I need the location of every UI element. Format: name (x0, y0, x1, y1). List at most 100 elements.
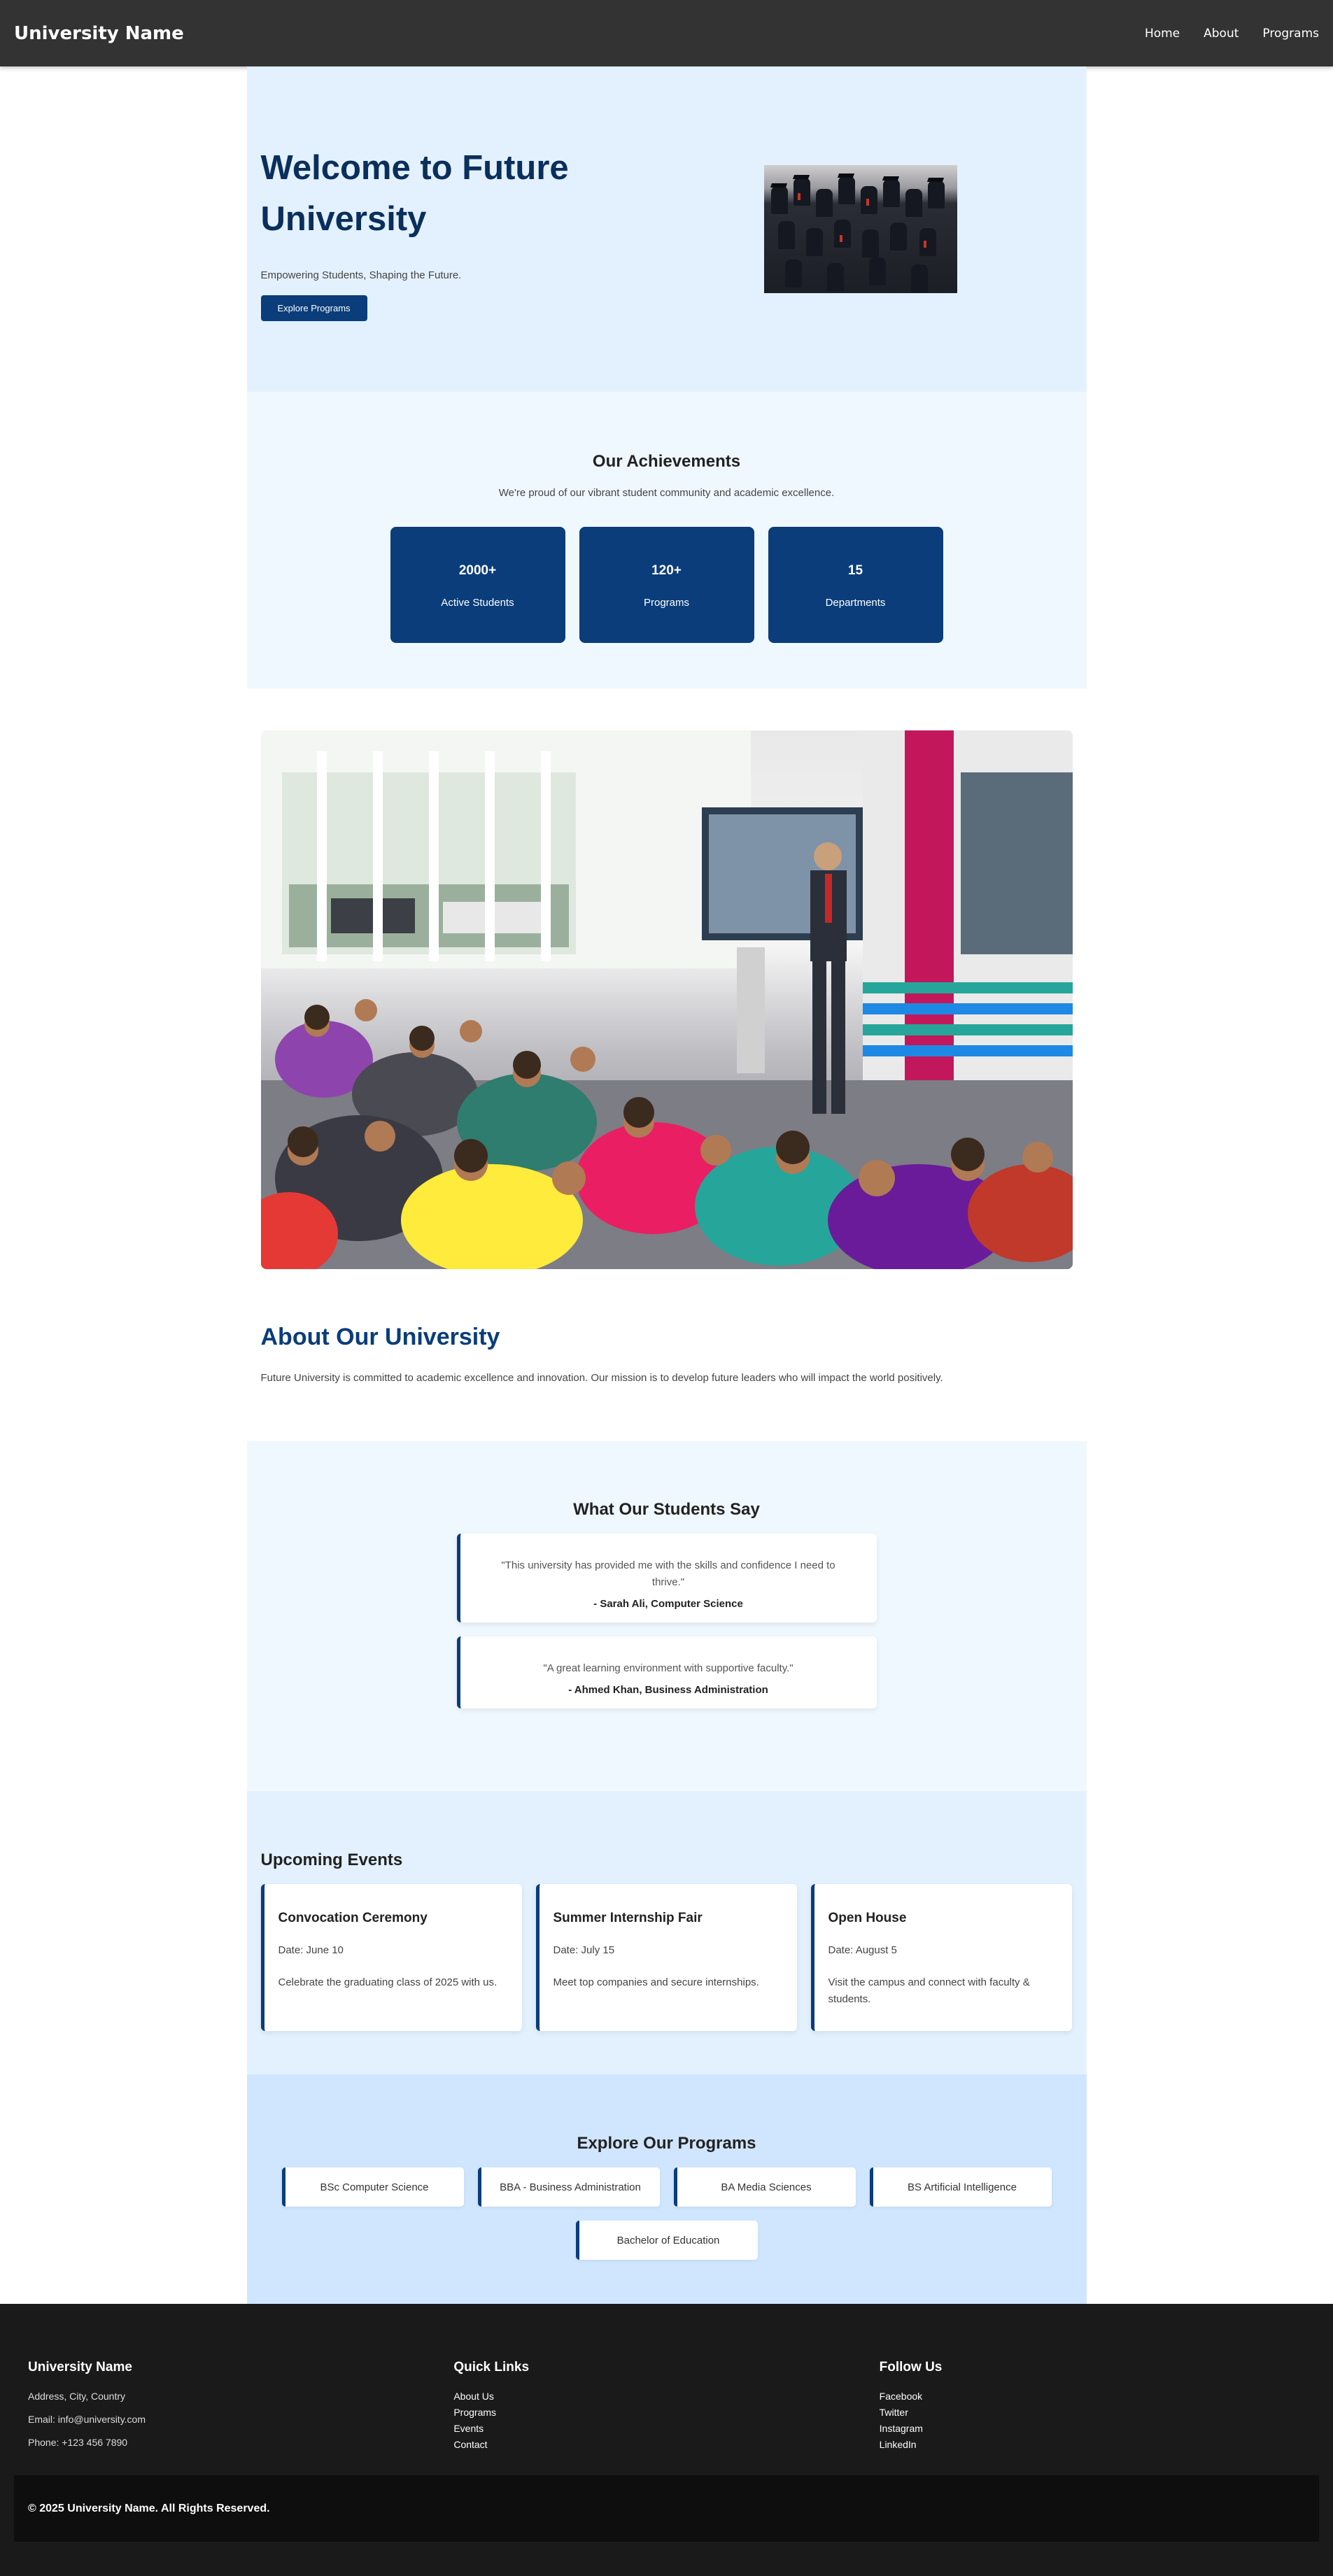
testimonials-section: What Our Students Say "This university h… (246, 1441, 1087, 1791)
event-name: Summer Internship Fair (553, 1911, 703, 1925)
lecture-image-section (247, 688, 1087, 1269)
events-row: Convocation Ceremony Date: June 10 Celeb… (260, 1884, 1073, 2031)
stat-card-departments: 15 Departments (768, 527, 943, 643)
top-navbar: University Name Home About Programs (0, 0, 1333, 66)
footer-phone: Phone: +123 456 7890 (28, 2437, 128, 2448)
footer-link-programs[interactable]: Programs (453, 2407, 879, 2418)
graduate-figure (927, 181, 945, 208)
copyright-text: © 2025 University Name. All Rights Reser… (28, 2502, 270, 2514)
cap (792, 175, 810, 179)
footer-email: Email: info@university.com (28, 2414, 146, 2425)
cap (882, 176, 899, 181)
graduate-figure (784, 260, 802, 288)
footer-link-twitter[interactable]: Twitter (880, 2407, 1305, 2418)
program-card[interactable]: Bachelor of Education (575, 2221, 758, 2260)
testimonial-card: "This university has provided me with th… (456, 1534, 877, 1622)
event-card[interactable]: Open House Date: August 5 Visit the camp… (810, 1884, 1072, 2031)
achievements-subtitle: We're proud of our vibrant student commu… (498, 487, 835, 499)
event-card[interactable]: Convocation Ceremony Date: June 10 Celeb… (260, 1884, 522, 2031)
footer-link-contact[interactable]: Contact (453, 2439, 879, 2450)
stat-card-programs: 120+ Programs (579, 527, 754, 643)
testimonial-author: - Sarah Ali, Computer Science (593, 1598, 743, 1610)
about-section: About Our University Future University i… (247, 1269, 1087, 1441)
graduate-figure (838, 176, 855, 204)
nav-link-about[interactable]: About (1204, 27, 1239, 41)
event-name: Open House (828, 1911, 907, 1925)
graduate-figure (793, 178, 810, 206)
program-card[interactable]: BA Media Sciences (673, 2167, 856, 2207)
programs-title: Explore Our Programs (577, 2134, 756, 2153)
graduate-figure (910, 264, 928, 292)
testimonial-quote: "A great learning environment with suppo… (543, 1662, 794, 1674)
graduate-figure (770, 186, 788, 214)
testimonial-quote: "This university has provided me with th… (501, 1559, 835, 1588)
program-card[interactable]: BSc Computer Science (281, 2167, 464, 2207)
nav-link-home[interactable]: Home (1145, 27, 1180, 41)
stat-label: Programs (643, 597, 690, 609)
footer-columns: University Name Address, City, Country E… (14, 2360, 1319, 2460)
site-brand[interactable]: University Name (14, 23, 184, 44)
site-footer: University Name Address, City, Country E… (0, 2304, 1333, 2576)
graduate-figure (919, 228, 936, 256)
lecture-hall-image (260, 730, 1073, 1269)
program-card[interactable]: BS Artificial Intelligence (869, 2167, 1052, 2207)
graduate-figure (833, 220, 851, 248)
footer-contact: University Name Address, City, Country E… (28, 2360, 453, 2460)
footer-title: Quick Links (453, 2360, 530, 2375)
hero-text: Welcome to Future University Empowering … (260, 143, 653, 321)
tassel (839, 235, 842, 242)
footer-link-instagram[interactable]: Instagram (880, 2423, 1305, 2434)
tassel (923, 241, 926, 248)
programs-grid: BSc Computer Science BBA - Business Admi… (275, 2167, 1059, 2260)
graduate-figure (905, 189, 922, 217)
graduate-figure (815, 189, 833, 217)
footer-title: Follow Us (879, 2360, 943, 2375)
lecture-illustration (260, 730, 1073, 1269)
program-card[interactable]: BBA - Business Administration (477, 2167, 660, 2207)
graduates-image (763, 165, 957, 293)
events-section: Upcoming Events Convocation Ceremony Dat… (246, 1791, 1087, 2074)
footer-bottom-bar: © 2025 University Name. All Rights Reser… (14, 2475, 1319, 2542)
testimonials-title: What Our Students Say (573, 1500, 760, 1519)
event-name: Convocation Ceremony (278, 1911, 428, 1925)
event-date: Date: June 10 (278, 1944, 344, 1956)
about-text: Future University is committed to academ… (260, 1372, 943, 1384)
stat-value: 120+ (651, 563, 682, 578)
graduate-figure (777, 221, 795, 249)
footer-social: Follow Us Facebook Twitter Instagram Lin… (880, 2360, 1305, 2460)
hero-subtitle: Empowering Students, Shaping the Future. (260, 269, 462, 281)
footer-link-events[interactable]: Events (453, 2423, 879, 2434)
explore-programs-button[interactable]: Explore Programs (260, 295, 367, 321)
event-description: Visit the campus and connect with facult… (828, 1976, 1030, 2005)
graduate-figure (882, 179, 900, 207)
cap (926, 178, 944, 182)
achievements-title: Our Achievements (592, 452, 741, 471)
graduate-figure (860, 186, 877, 214)
graduate-figure (889, 222, 907, 250)
nav-link-programs[interactable]: Programs (1262, 27, 1319, 41)
stat-card-students: 2000+ Active Students (390, 527, 565, 643)
nav-links: Home About Programs (1145, 27, 1319, 41)
graduate-figure (868, 257, 886, 285)
achievements-section: Our Achievements We're proud of our vibr… (246, 392, 1087, 688)
graduate-figure (826, 263, 844, 291)
footer-link-about[interactable]: About Us (453, 2391, 879, 2402)
stat-value: 15 (847, 563, 863, 578)
graduate-figure (861, 229, 879, 257)
event-date: Date: July 15 (553, 1944, 615, 1956)
stat-value: 2000+ (458, 563, 497, 578)
event-description: Celebrate the graduating class of 2025 w… (278, 1976, 498, 1988)
testimonial-author: - Ahmed Khan, Business Administration (568, 1684, 768, 1696)
event-date: Date: August 5 (828, 1944, 897, 1956)
footer-link-linkedin[interactable]: LinkedIn (880, 2439, 1305, 2450)
graduate-figure (805, 228, 823, 256)
about-title: About Our University (260, 1324, 500, 1350)
testimonial-card: "A great learning environment with suppo… (456, 1636, 877, 1708)
tassel (866, 199, 869, 206)
stats-row: 2000+ Active Students 120+ Programs 15 D… (247, 527, 1087, 643)
event-card[interactable]: Summer Internship Fair Date: July 15 Mee… (535, 1884, 797, 2031)
hero-title: Welcome to Future University (260, 149, 569, 238)
footer-link-facebook[interactable]: Facebook (880, 2391, 1305, 2402)
stat-label: Active Students (441, 597, 514, 609)
hero-section: Welcome to Future University Empowering … (246, 66, 1087, 392)
